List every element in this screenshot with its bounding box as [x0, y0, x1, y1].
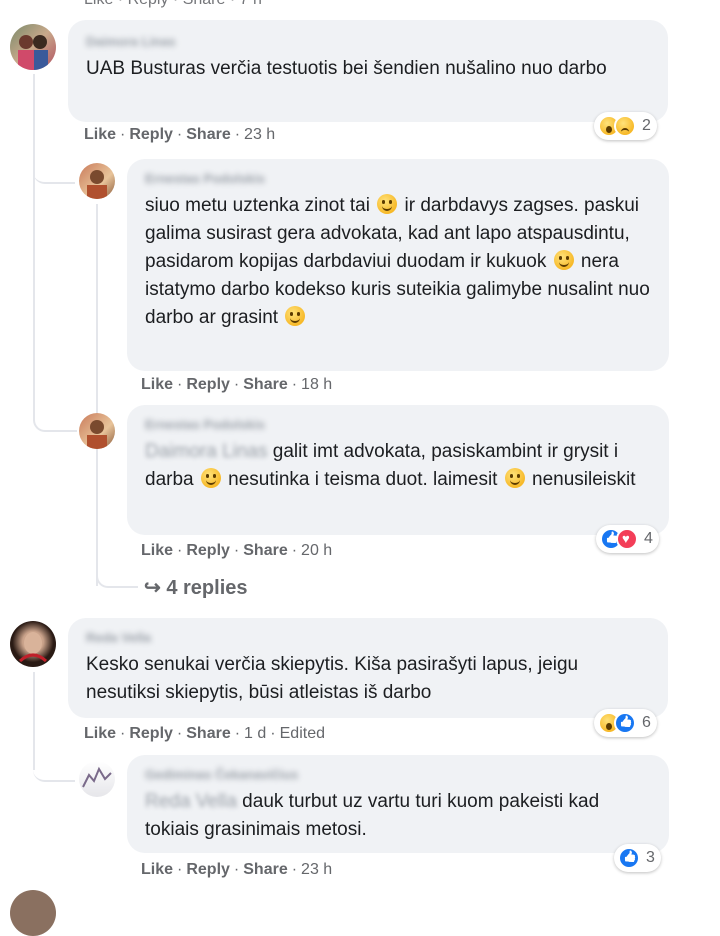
thread-line	[96, 204, 98, 586]
like-button[interactable]: Like	[141, 542, 173, 559]
view-replies-link[interactable]: ↪ 4 replies	[144, 575, 248, 600]
comment-author[interactable]: Ernestas Podolskis	[145, 417, 653, 432]
smile-emoji-icon	[200, 468, 221, 488]
thread-connector	[33, 150, 75, 184]
comment-text: Kesko senukai verčia skiepytis. Kiša pas…	[86, 654, 579, 703]
reply-button[interactable]: Reply	[129, 725, 173, 742]
comment-author[interactable]: Daimora Linas	[86, 34, 652, 49]
top-partial-text: Like · Reply · Share · 7 h	[84, 0, 262, 8]
reaction-summary[interactable]: 3	[614, 844, 661, 872]
avatar-photo-icon	[87, 420, 107, 449]
like-button[interactable]: Like	[141, 376, 173, 393]
comment-author[interactable]: Ernestas Podolskis	[145, 171, 653, 186]
comment-actions: Like · Reply · Share · 20 h	[141, 542, 333, 559]
comment-bubble: Gediminas Čekanavičius Reda Vella dauk t…	[127, 755, 669, 853]
thread-line	[33, 74, 35, 404]
thread-connector	[33, 752, 75, 782]
timestamp[interactable]: 23 h	[244, 126, 275, 143]
share-button[interactable]: Share	[243, 542, 287, 559]
smile-emoji-icon	[285, 306, 306, 326]
text-part: nenusileiskit	[526, 469, 636, 490]
reaction-count: 4	[644, 530, 653, 547]
love-icon	[616, 528, 638, 550]
reaction-summary[interactable]: 6	[594, 709, 657, 737]
smile-emoji-icon	[553, 250, 574, 270]
avatar-photo-icon	[87, 170, 107, 199]
share-button[interactable]: Share	[243, 376, 287, 393]
comment-text: UAB Busturas verčia testuotis bei šendie…	[86, 58, 607, 79]
comment-author[interactable]: Reda Vella	[86, 630, 652, 645]
sad-icon	[614, 115, 636, 137]
reaction-summary[interactable]: 4	[596, 525, 659, 553]
reply-button[interactable]: Reply	[186, 861, 230, 878]
avatar[interactable]	[10, 621, 56, 667]
share-button[interactable]: Share	[186, 725, 230, 742]
text-part: nesutinka i teisma duot. laimesit	[222, 469, 503, 490]
smile-emoji-icon	[504, 468, 525, 488]
timestamp[interactable]: 23 h	[301, 861, 332, 878]
comment-actions: Like · Reply · Share · 23 h	[84, 126, 276, 143]
comment-actions: Like · Reply · Share · 18 h	[141, 376, 333, 393]
timestamp[interactable]: 18 h	[301, 376, 332, 393]
text-part: siuo metu uztenka zinot tai	[145, 195, 376, 216]
comment-text: siuo metu uztenka zinot tai ir darbdavys…	[145, 192, 653, 332]
reply-arrow-icon: ↪	[144, 577, 161, 599]
avatar[interactable]	[79, 413, 115, 449]
share-button[interactable]: Share	[186, 126, 230, 143]
replies-count-label: 4 replies	[166, 577, 248, 599]
avatar[interactable]	[10, 890, 56, 936]
edited-label: Edited	[279, 725, 325, 742]
share-button[interactable]: Share	[243, 861, 287, 878]
comment-bubble: Ernestas Podolskis siuo metu uztenka zin…	[127, 159, 669, 371]
comment-bubble: Ernestas Podolskis Daimora Linas galit i…	[127, 405, 669, 535]
like-icon	[618, 847, 640, 869]
mention-link[interactable]: Reda Vella	[145, 791, 237, 812]
avatar-photo-icon	[82, 766, 112, 788]
mention-link[interactable]: Daimora Linas	[145, 441, 268, 462]
reaction-summary[interactable]: 2	[594, 112, 657, 140]
thread-connector	[33, 400, 77, 432]
comment-author[interactable]: Gediminas Čekanavičius	[145, 767, 653, 782]
reaction-count: 2	[642, 117, 651, 134]
comment-actions: Like · Reply · Share · 23 h	[141, 861, 333, 878]
like-button[interactable]: Like	[141, 861, 173, 878]
comment-bubble: Daimora Linas UAB Busturas verčia testuo…	[68, 20, 668, 122]
reaction-count: 6	[642, 714, 651, 731]
avatar-photo-icon	[18, 632, 48, 663]
like-button[interactable]: Like	[84, 725, 116, 742]
avatar[interactable]	[10, 24, 56, 70]
comment-bubble: Reda Vella Kesko senukai verčia skiepyti…	[68, 618, 668, 718]
top-partial-actions: Like · Reply · Share · 7 h	[84, 0, 262, 9]
reply-button[interactable]: Reply	[186, 376, 230, 393]
reply-button[interactable]: Reply	[186, 542, 230, 559]
comment-actions: Like · Reply · Share · 1 d · Edited	[84, 725, 325, 742]
comment-text: Daimora Linas galit imt advokata, pasisk…	[145, 438, 653, 494]
like-icon	[614, 712, 636, 734]
avatar[interactable]	[79, 761, 115, 797]
smile-emoji-icon	[377, 194, 398, 214]
timestamp[interactable]: 20 h	[301, 542, 332, 559]
reaction-count: 3	[646, 849, 655, 866]
reply-button[interactable]: Reply	[129, 126, 173, 143]
avatar[interactable]	[79, 163, 115, 199]
thread-connector	[96, 560, 138, 588]
timestamp[interactable]: 1 d	[244, 725, 266, 742]
avatar-photo-icon	[18, 35, 48, 70]
comment-text: Reda Vella dauk turbut uz vartu turi kuo…	[145, 788, 653, 844]
like-button[interactable]: Like	[84, 126, 116, 143]
